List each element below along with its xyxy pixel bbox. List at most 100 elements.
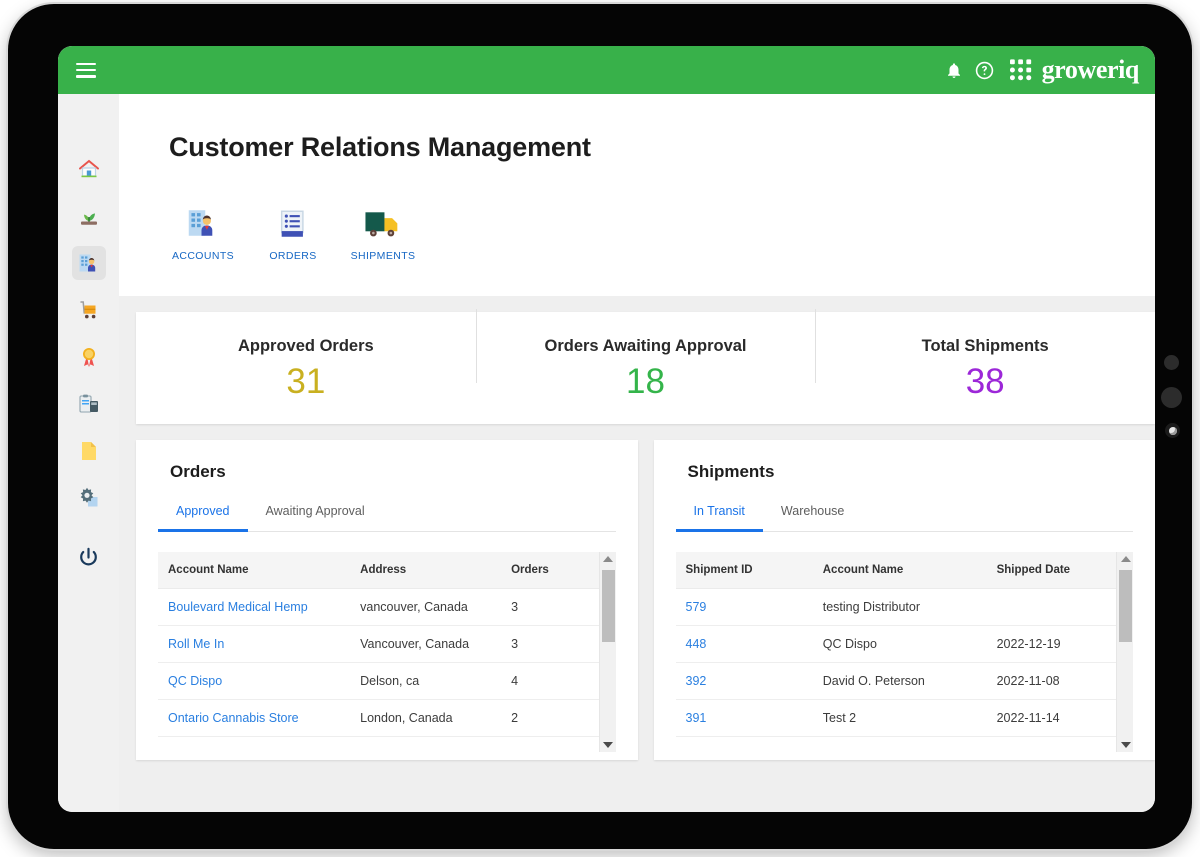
cell-shipped-date [986, 588, 1133, 626]
cell-shipment-id[interactable]: 579 [675, 588, 813, 626]
stat-label: Total Shipments [921, 337, 1049, 355]
device-camera-icon [1165, 423, 1180, 438]
orders-panel: Orders Approved Awaiting Approval Accoun… [136, 440, 638, 760]
table-row[interactable]: Boulevard Medical Hemp vancouver, Canada… [158, 588, 616, 626]
clipboard-reports-icon [78, 394, 98, 413]
orders-table-scrollbar[interactable] [598, 552, 617, 752]
shortcut-label: ORDERS [269, 250, 317, 262]
cell-address: London, Canada [350, 699, 502, 737]
device-button-small[interactable] [1164, 355, 1179, 370]
shortcut-label: ACCOUNTS [171, 250, 235, 262]
sidebar-item-inventory[interactable] [72, 293, 106, 327]
tab-in-transit[interactable]: In Transit [675, 504, 763, 532]
orders-panel-title: Orders [170, 462, 226, 481]
stat-label: Approved Orders [237, 337, 374, 355]
main-content: Customer Relations Management ACCOUNTS O… [119, 94, 1155, 812]
column-header-shipment-id[interactable]: Shipment ID [675, 552, 813, 589]
table-row[interactable]: Ontario Cannabis Store London, Canada 2 [158, 699, 616, 737]
shortcut-accounts[interactable]: ACCOUNTS [169, 201, 237, 262]
app-logo[interactable]: groweriq [1009, 57, 1139, 83]
stat-total-shipments: Total Shipments 38 [815, 309, 1155, 401]
sidebar-item-documents[interactable] [72, 434, 106, 468]
settings-gear-icon [80, 487, 97, 507]
hamburger-menu-icon[interactable] [76, 62, 96, 78]
sidebar-item-quality[interactable] [72, 340, 106, 374]
cell-shipped-date: 2022-11-08 [986, 662, 1133, 700]
inventory-cart-icon [79, 301, 95, 319]
cell-account-name: testing Distributor [812, 588, 987, 626]
shortcut-label: SHIPMENTS [350, 250, 416, 262]
scroll-down-arrow-icon[interactable] [600, 738, 617, 752]
stat-value: 38 [965, 362, 1005, 401]
orders-receipt-list-icon [280, 210, 304, 237]
cell-account-name[interactable]: QC Dispo [158, 662, 351, 700]
shipments-table-scrollbar[interactable] [1116, 552, 1133, 752]
cell-shipment-id[interactable]: 391 [675, 699, 813, 737]
column-header-account-name[interactable]: Account Name [158, 552, 351, 589]
scroll-down-arrow-icon[interactable] [1117, 738, 1134, 752]
stat-approved-orders: Approved Orders 31 [136, 337, 476, 399]
accounts-building-person-icon [188, 210, 213, 236]
sidebar-item-settings[interactable] [72, 481, 106, 515]
cell-shipped-date: 2022-12-19 [986, 625, 1133, 663]
documents-file-icon [81, 442, 96, 460]
shipments-table-wrapper: Shipment ID Account Name Shipped Date 57… [675, 552, 1133, 752]
left-sidebar [58, 94, 119, 812]
shortcut-orders[interactable]: ORDERS [259, 201, 327, 262]
shortcut-shipments[interactable]: SHIPMENTS [349, 201, 417, 262]
home-icon [78, 159, 99, 178]
cell-account-name: Test 2 [812, 699, 987, 737]
table-header-row: Account Name Address Orders [158, 552, 616, 589]
table-row[interactable]: 391 Test 2 2022-11-14 [675, 699, 1133, 737]
cell-address: Vancouver, Canada [350, 625, 502, 663]
app-topbar: groweriq [58, 46, 1155, 94]
sidebar-item-home[interactable] [72, 152, 106, 186]
table-row[interactable]: Roll Me In Vancouver, Canada 3 [158, 625, 616, 663]
cell-shipment-id[interactable]: 448 [675, 625, 813, 663]
table-row[interactable]: QC Dispo Delson, ca 4 [158, 662, 616, 700]
dot-grid-logo-icon [1009, 59, 1031, 81]
cell-account-name[interactable]: Roll Me In [158, 625, 351, 663]
stats-summary-card: Approved Orders 31 Orders Awaiting Appro… [136, 309, 1155, 424]
sidebar-item-cultivation[interactable] [72, 199, 106, 233]
sidebar-item-logout[interactable] [72, 540, 106, 574]
tablet-device-frame: groweriq Customer Relations Management A… [8, 4, 1192, 849]
cell-shipped-date: 2022-11-14 [986, 699, 1133, 737]
question-circle-icon[interactable] [975, 61, 994, 80]
tab-warehouse[interactable]: Warehouse [763, 504, 862, 531]
cell-account-name: David O. Peterson [812, 662, 987, 700]
table-row[interactable]: 448 QC Dispo 2022-12-19 [675, 625, 1133, 663]
shipments-panel: Shipments In Transit Warehouse Shipment … [653, 440, 1155, 760]
cell-shipment-id[interactable]: 392 [675, 662, 813, 700]
table-row[interactable]: 579 testing Distributor [675, 588, 1133, 626]
sidebar-item-accounts[interactable] [71, 246, 106, 280]
cell-account-name[interactable]: Boulevard Medical Hemp [158, 588, 351, 626]
stat-value: 31 [286, 362, 326, 401]
shortcut-nav: ACCOUNTS ORDERS SHIPMENTS [169, 201, 1155, 262]
scroll-up-arrow-icon[interactable] [1117, 552, 1134, 566]
stat-value: 18 [626, 362, 665, 401]
stat-orders-awaiting-approval: Orders Awaiting Approval 18 [475, 309, 816, 401]
scroll-up-arrow-icon[interactable] [600, 552, 617, 566]
table-row[interactable]: 392 David O. Peterson 2022-11-08 [675, 662, 1133, 700]
scrollbar-thumb[interactable] [601, 570, 615, 642]
tab-awaiting-approval[interactable]: Awaiting Approval [248, 504, 383, 531]
device-button-large[interactable] [1161, 387, 1182, 408]
tab-approved[interactable]: Approved [158, 504, 248, 532]
sidebar-item-reports[interactable] [72, 387, 106, 421]
column-header-shipped-date[interactable]: Shipped Date [986, 552, 1133, 589]
shipments-tabs: In Transit Warehouse [675, 504, 1133, 532]
cell-account-name[interactable]: Ontario Cannabis Store [158, 699, 351, 737]
scrollbar-thumb[interactable] [1119, 570, 1132, 642]
shipments-truck-icon [365, 212, 398, 237]
column-header-address[interactable]: Address [350, 552, 502, 589]
cell-address: vancouver, Canada [350, 588, 502, 626]
table-header-row: Shipment ID Account Name Shipped Date [675, 552, 1133, 589]
orders-tabs: Approved Awaiting Approval [158, 504, 616, 532]
shipments-panel-title: Shipments [687, 462, 775, 481]
column-header-account-name[interactable]: Account Name [812, 552, 987, 589]
seedling-plant-icon [80, 213, 97, 225]
quality-award-ribbon-icon [82, 348, 95, 367]
bell-icon[interactable] [945, 61, 963, 80]
app-screen: groweriq Customer Relations Management A… [58, 46, 1155, 812]
